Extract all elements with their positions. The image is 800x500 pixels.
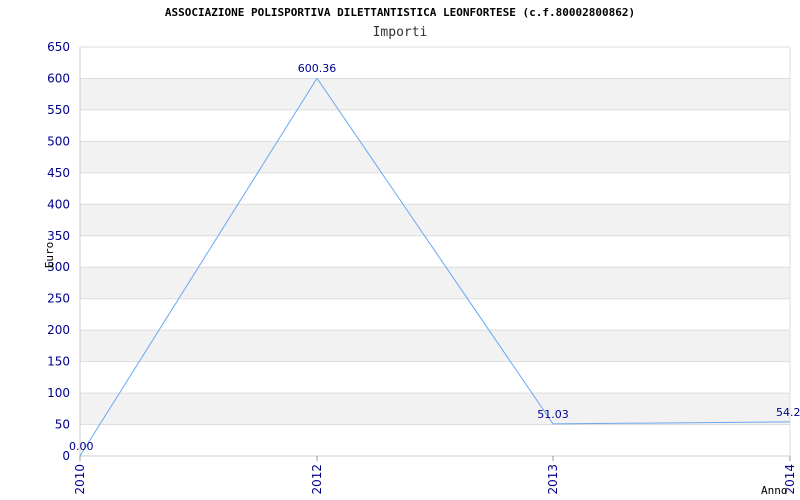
y-tick-label: 500 (47, 134, 70, 148)
series-segment (316, 77, 554, 425)
data-label: 600.36 (298, 62, 337, 75)
x-tick-label: 2012 (310, 464, 324, 495)
y-tick-label: 50 (55, 418, 70, 432)
y-tick-label: 350 (47, 229, 70, 243)
grid-band (80, 267, 790, 299)
x-tick-labels: 2010 2012 2013 2014 (73, 456, 797, 495)
grid-band (80, 330, 790, 362)
y-tick-label: 200 (47, 323, 70, 337)
x-tick-label: 2010 (73, 464, 87, 495)
y-axis-label: Euro (43, 242, 56, 269)
x-tick-label: 2013 (546, 464, 560, 495)
y-tick-label: 450 (47, 166, 70, 180)
line-chart: 050100150200250300350400450500550600650 … (43, 40, 800, 497)
y-tick-label: 150 (47, 355, 70, 369)
data-label: 51.03 (537, 408, 569, 421)
y-tick-label: 250 (47, 292, 70, 306)
y-tick-label: 400 (47, 197, 70, 211)
y-tick-label: 100 (47, 386, 70, 400)
y-tick-label: 600 (47, 71, 70, 85)
grid-band (80, 204, 790, 236)
grid-band (80, 141, 790, 173)
x-axis-label: Anno (761, 484, 788, 497)
y-tick-label: 650 (47, 40, 70, 54)
grid-band (80, 393, 790, 425)
y-tick-label: 550 (47, 103, 70, 117)
grid-band (80, 78, 790, 110)
data-label: 0.00 (69, 440, 94, 453)
data-label: 54.24 (776, 406, 800, 419)
